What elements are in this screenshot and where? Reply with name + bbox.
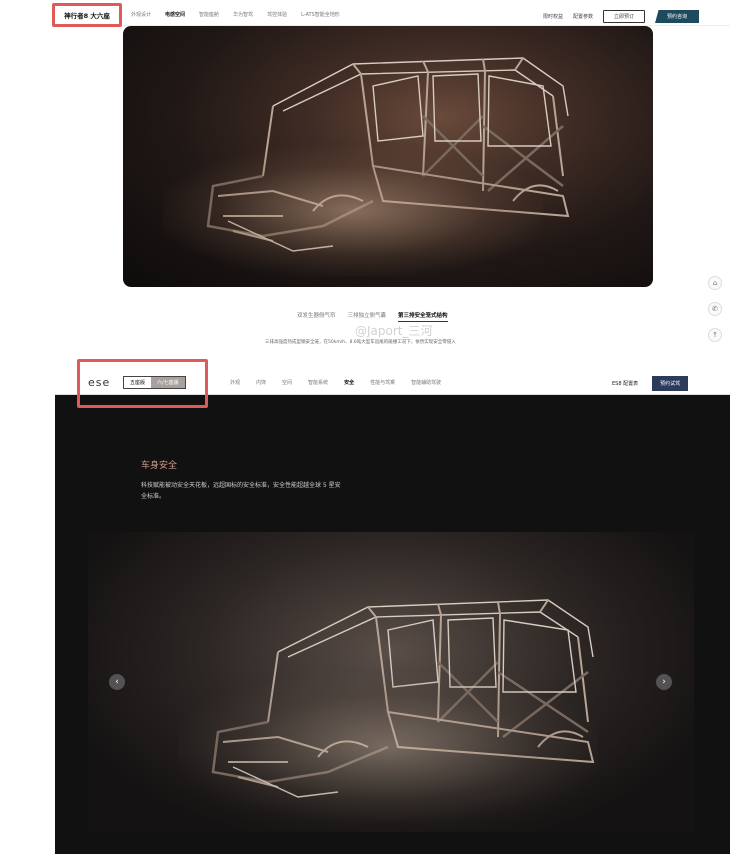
hero-image-body-frame (123, 26, 653, 287)
offers-link[interactable]: 限时权益 (543, 13, 563, 20)
specs-link[interactable]: 配置参数 (573, 13, 593, 20)
nav-link-cockpit[interactable]: 智能座舱 (199, 11, 219, 18)
test-drive-button[interactable]: 预约试驾 (652, 376, 689, 391)
nav-link-exterior[interactable]: 外观 (230, 379, 240, 386)
top-nav-right: 限时权益 配置参数 立即预订 预约咨询 (543, 10, 700, 23)
nav-link-safety[interactable]: 安全 (344, 379, 354, 386)
nav-link-driving[interactable]: 驾控体验 (267, 11, 287, 18)
section-title: 车身安全 (141, 461, 178, 471)
prev-arrow-icon[interactable]: ‹ (109, 674, 125, 690)
feature-tabs: 双发生器侧气帘 三排独立侧气囊 第三排安全笼式结构 (297, 311, 448, 322)
brand-name[interactable]: 神行者8 大六座 (64, 10, 110, 20)
nav-link-terrain[interactable]: L-ATS智能全地形 (301, 11, 340, 18)
up-arrow-icon[interactable]: ↑ (708, 328, 722, 342)
hero-image-body-frame-dark: ‹ › (88, 532, 694, 832)
feature-description: 三排高强度热成型钢安全笼，在50km/h、8.6吨大型车追尾的碰撞工况下，依然实… (265, 340, 456, 345)
nav-link-interior[interactable]: 内饰 (256, 379, 266, 386)
nav-link-space[interactable]: 电感空间 (165, 11, 185, 18)
phone-icon[interactable]: ✆ (708, 302, 722, 316)
watermark: @Japort_三河 (355, 324, 433, 338)
floor-glow (178, 672, 598, 822)
config-link[interactable]: ES8 配置表 (612, 380, 638, 387)
consult-button[interactable]: 预约咨询 (655, 10, 700, 23)
nav-link-exterior[interactable]: 外观设计 (131, 11, 151, 18)
brand-highlight-box: 神行者8 大六座 (52, 3, 122, 27)
top-navbar: 外观设计 电感空间 智能座舱 华为智驾 驾控体验 L-ATS智能全地形 限时权益… (55, 4, 730, 26)
tab-safety-cage[interactable]: 第三排安全笼式结构 (398, 311, 448, 322)
variant-highlight-box (77, 359, 208, 408)
nav-link-adas[interactable]: 华为智驾 (233, 11, 253, 18)
nav-link-performance[interactable]: 性能与驾乘 (370, 379, 395, 386)
nav-link-driver-assist[interactable]: 智能辅助驾驶 (411, 379, 441, 386)
bottom-page: ese 五座版 六/七座版 外观 内饰 空间 智能系统 安全 性能与驾乘 智能辅… (55, 359, 730, 854)
bottom-nav-links: 外观 内饰 空间 智能系统 安全 性能与驾乘 智能辅助驾驶 (230, 379, 441, 386)
tab-curtain-airbag[interactable]: 双发生器侧气帘 (297, 311, 336, 322)
car-icon[interactable]: ⌂ (708, 276, 722, 290)
top-page: 外观设计 电感空间 智能座舱 华为智驾 驾控体验 L-ATS智能全地形 限时权益… (52, 0, 730, 352)
bottom-nav-right: ES8 配置表 预约试驾 (612, 376, 689, 391)
section-description: 科技赋能被动安全天花板，远超国标的安全标准，安全性能超越全球 5 星安全标准。 (141, 482, 341, 500)
nav-link-smart-system[interactable]: 智能系统 (308, 379, 328, 386)
top-nav-links: 外观设计 电感空间 智能座舱 华为智驾 驾控体验 L-ATS智能全地形 (131, 11, 340, 18)
nav-link-space[interactable]: 空间 (282, 379, 292, 386)
floor-glow (163, 146, 543, 276)
next-arrow-icon[interactable]: › (656, 674, 672, 690)
order-button[interactable]: 立即预订 (603, 10, 646, 23)
tab-side-airbag[interactable]: 三排独立侧气囊 (348, 311, 387, 322)
side-icon-column: ⌂ ✆ ↑ (708, 276, 722, 342)
